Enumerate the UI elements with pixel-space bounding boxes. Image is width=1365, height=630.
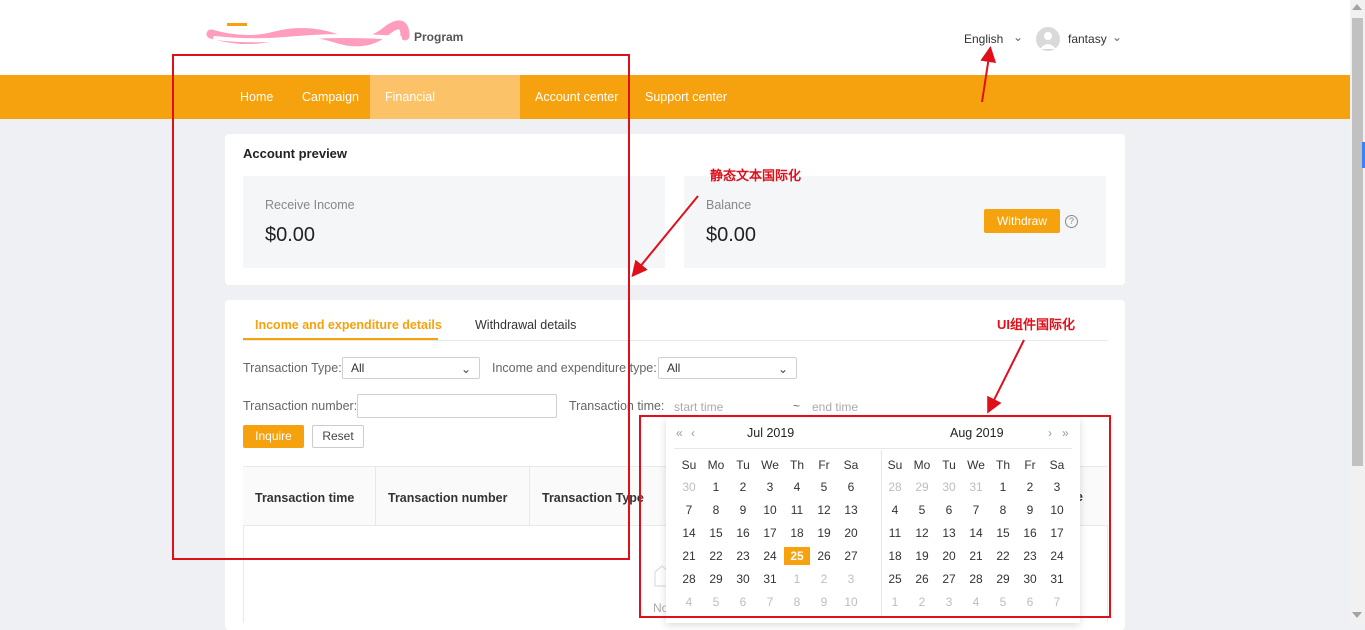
- annotation-arrow: [987, 339, 1025, 414]
- annotation-arrows: [631, 46, 1025, 414]
- annotation-arrow: [631, 195, 699, 278]
- annotation-arrow: [980, 46, 997, 103]
